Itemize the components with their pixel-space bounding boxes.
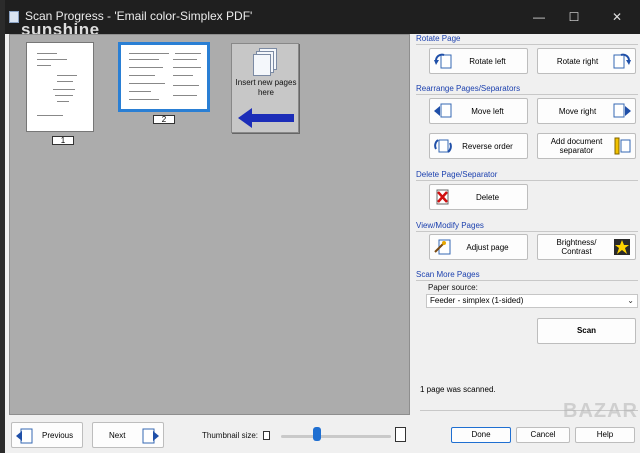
- previous-label: Previous: [42, 431, 74, 440]
- insert-pages-text: Insert new pages here: [235, 78, 297, 97]
- app-icon: [9, 11, 19, 23]
- section-delete-header: Delete Page/Separator: [416, 170, 498, 179]
- rotate-right-button[interactable]: Rotate right: [537, 48, 636, 74]
- thumbnail-size-label: Thumbnail size:: [202, 431, 259, 440]
- brightness-icon: [613, 238, 631, 256]
- section-rearrange-header: Rearrange Pages/Separators: [416, 84, 521, 93]
- brand-watermark: BAZAR: [563, 400, 638, 422]
- add-separator-button[interactable]: Add document separator: [537, 133, 636, 159]
- add-separator-label: Add document separator: [550, 137, 603, 155]
- previous-page-icon: [16, 428, 33, 444]
- section-rotate-header: Rotate Page: [416, 34, 461, 43]
- paper-source-label: Paper source:: [428, 283, 478, 292]
- brightness-contrast-button[interactable]: Brightness/ Contrast: [537, 234, 636, 260]
- move-left-button[interactable]: Move left: [429, 98, 528, 124]
- brightness-contrast-label: Brightness/ Contrast: [556, 238, 597, 256]
- arrow-left-icon: [238, 108, 294, 128]
- move-right-label: Move right: [558, 106, 597, 116]
- separator-icon: [613, 137, 631, 155]
- section-scan-more-header: Scan More Pages: [416, 270, 480, 279]
- thumbnail-pane[interactable]: 1 2 Insert new pages here: [9, 34, 410, 415]
- chevron-down-icon: ⌄: [627, 296, 634, 305]
- move-right-button[interactable]: Move right: [537, 98, 636, 124]
- delete-label: Delete: [475, 192, 500, 202]
- maximize-button[interactable]: ☐: [563, 8, 585, 26]
- rotate-right-icon: [613, 52, 631, 70]
- delete-button[interactable]: Delete: [429, 184, 528, 210]
- rotate-left-label: Rotate left: [469, 56, 506, 66]
- paper-source-value: Feeder - simplex (1-sided): [430, 296, 524, 305]
- adjust-page-label: Adjust page: [466, 242, 509, 252]
- scan-progress-window: Scan Progress - 'Email color-Simplex PDF…: [5, 0, 640, 453]
- move-left-icon: [434, 102, 452, 120]
- section-view-header: View/Modify Pages: [416, 221, 484, 230]
- next-page-icon: [142, 428, 159, 444]
- thumbnail-size-slider-thumb[interactable]: [313, 427, 322, 441]
- scan-status-text: 1 page was scanned.: [420, 385, 496, 394]
- rotate-left-icon: [434, 52, 452, 70]
- rotate-left-button[interactable]: Rotate left: [429, 48, 528, 74]
- insert-pages-tile[interactable]: Insert new pages here: [231, 43, 299, 133]
- page-thumbnail-2[interactable]: [118, 42, 210, 112]
- small-thumbnail-icon: [263, 431, 270, 440]
- thumbnail-size-slider[interactable]: [281, 435, 391, 438]
- delete-icon: [434, 188, 452, 206]
- cancel-button[interactable]: Cancel: [516, 427, 570, 443]
- next-button[interactable]: Next: [92, 422, 164, 448]
- rotate-right-label: Rotate right: [556, 56, 599, 66]
- adjust-page-icon: [434, 238, 452, 256]
- bottom-bar: Previous Next Thumbnail size: Done Cance…: [5, 415, 640, 453]
- title-bar: Scan Progress - 'Email color-Simplex PDF…: [5, 0, 640, 39]
- close-button[interactable]: ✕: [606, 8, 628, 26]
- previous-button[interactable]: Previous: [11, 422, 83, 448]
- minimize-button[interactable]: —: [528, 8, 550, 26]
- move-right-icon: [613, 102, 631, 120]
- paper-source-select[interactable]: Feeder - simplex (1-sided) ⌄: [426, 294, 638, 308]
- scan-button[interactable]: Scan: [537, 318, 636, 344]
- reverse-order-icon: [434, 137, 452, 155]
- actions-panel: Rotate Page Rotate left Rotate right Rea…: [410, 34, 640, 415]
- next-label: Next: [109, 431, 126, 440]
- reverse-order-button[interactable]: Reverse order: [429, 133, 528, 159]
- page-number-1: 1: [52, 136, 74, 145]
- help-button[interactable]: Help: [575, 427, 635, 443]
- done-button[interactable]: Done: [451, 427, 511, 443]
- adjust-page-button[interactable]: Adjust page: [429, 234, 528, 260]
- large-thumbnail-icon: [395, 427, 406, 442]
- move-left-label: Move left: [471, 106, 504, 116]
- page-thumbnail-1[interactable]: [26, 42, 94, 132]
- page-number-2: 2: [153, 115, 175, 124]
- reverse-order-label: Reverse order: [462, 141, 513, 151]
